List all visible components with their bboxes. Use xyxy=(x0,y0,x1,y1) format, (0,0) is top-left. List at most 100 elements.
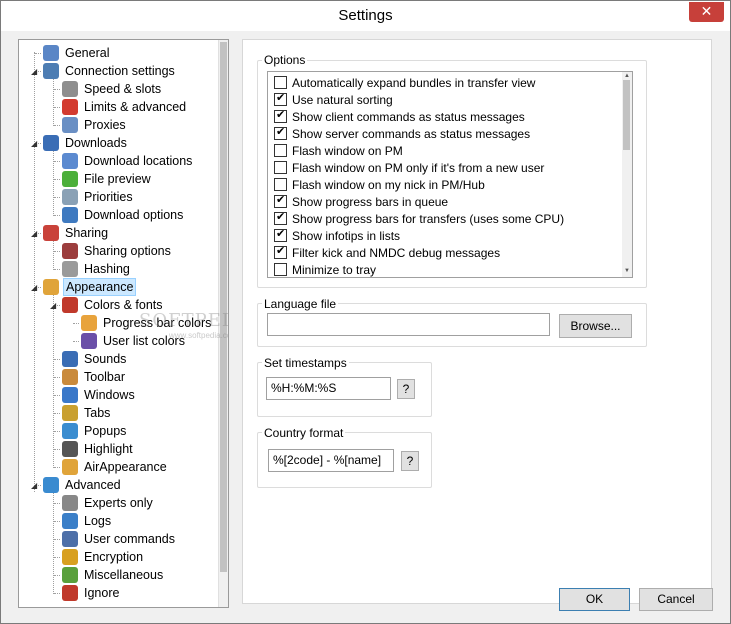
option-label: Automatically expand bundles in transfer… xyxy=(292,75,536,90)
option-row[interactable]: Use natural sorting xyxy=(274,91,393,108)
tree-item[interactable]: Miscellaneous xyxy=(62,566,165,584)
tree-item[interactable]: User commands xyxy=(62,530,177,548)
language-file-input[interactable] xyxy=(267,313,550,336)
option-checkbox[interactable] xyxy=(274,210,287,225)
tree-connector-line xyxy=(54,269,60,270)
option-row[interactable]: Show infotips in lists xyxy=(274,227,400,244)
tree-item[interactable]: Limits & advanced xyxy=(62,98,188,116)
scroll-up-arrow-icon[interactable]: ▲ xyxy=(624,73,630,79)
tree-item[interactable]: Highlight xyxy=(62,440,135,458)
tree-scroll-thumb[interactable] xyxy=(220,42,227,572)
option-label: Use natural sorting xyxy=(292,92,393,107)
tree-item[interactable]: Priorities xyxy=(62,188,135,206)
option-checkbox[interactable] xyxy=(274,193,287,208)
tree-connector-line xyxy=(53,492,54,594)
connection-icon xyxy=(43,63,59,79)
tree-item[interactable]: Proxies xyxy=(62,116,128,134)
option-checkbox[interactable] xyxy=(274,125,287,140)
tree-item[interactable]: Connection settings xyxy=(43,62,177,80)
tree-item[interactable]: Downloads xyxy=(43,134,129,152)
cancel-button[interactable]: Cancel xyxy=(639,588,713,611)
tree-connector-line xyxy=(54,395,60,396)
option-checkbox[interactable] xyxy=(274,227,287,242)
tree-expander-icon[interactable]: ◢ xyxy=(50,302,58,310)
option-label: Flash window on PM only if it's from a n… xyxy=(292,160,545,175)
option-checkbox[interactable] xyxy=(274,263,287,276)
tree-item-label: Limits & advanced xyxy=(84,100,187,114)
option-row[interactable]: Minimize to tray xyxy=(274,261,376,277)
tree-item-label: Experts only xyxy=(84,496,153,510)
tree-expander-icon[interactable]: ◢ xyxy=(31,68,39,76)
tree-item[interactable]: Appearance xyxy=(43,278,137,296)
timestamp-help-button[interactable]: ? xyxy=(397,379,415,399)
country-help-button[interactable]: ? xyxy=(401,451,419,471)
tree-expander-icon[interactable]: ◢ xyxy=(31,284,39,292)
tree-item[interactable]: AirAppearance xyxy=(62,458,169,476)
options-scrollbar[interactable]: ▲ ▼ xyxy=(622,72,632,277)
tree-item[interactable]: Download options xyxy=(62,206,185,224)
tree-expander-icon[interactable]: ◢ xyxy=(31,230,39,238)
option-row[interactable]: Show progress bars in queue xyxy=(274,193,448,210)
tree-item[interactable]: Toolbar xyxy=(62,368,127,386)
option-row[interactable]: Flash window on PM only if it's from a n… xyxy=(274,159,544,176)
tree-item[interactable]: Hashing xyxy=(62,260,132,278)
colors-icon xyxy=(62,297,78,313)
popup-icon xyxy=(62,423,78,439)
tree-item[interactable]: Windows xyxy=(62,386,137,404)
tree-item[interactable]: Sharing options xyxy=(62,242,173,260)
timestamps-group-title: Set timestamps xyxy=(262,356,349,370)
close-button[interactable]: ✕ xyxy=(689,2,724,22)
tree-item-label: Download locations xyxy=(84,154,193,168)
option-row[interactable]: Filter kick and NMDC debug messages xyxy=(274,244,500,261)
tree-item-label: Speed & slots xyxy=(84,82,162,96)
options-checklist[interactable]: ▲ ▼ Automatically expand bundles in tran… xyxy=(267,71,633,278)
tree-item[interactable]: Experts only xyxy=(62,494,155,512)
option-checkbox[interactable] xyxy=(274,108,287,123)
option-checkbox[interactable] xyxy=(274,144,287,157)
option-checkbox[interactable] xyxy=(274,91,287,106)
tree-item[interactable]: Ignore xyxy=(62,584,121,602)
tree-item[interactable]: Sounds xyxy=(62,350,128,368)
option-label: Filter kick and NMDC debug messages xyxy=(292,245,501,260)
settings-tree[interactable]: General ◢ Connection settings Speed & slots… xyxy=(18,39,229,608)
option-row[interactable]: Show progress bars for transfers (uses s… xyxy=(274,210,564,227)
option-checkbox[interactable] xyxy=(274,161,287,174)
tree-item-label: Hashing xyxy=(84,262,130,276)
option-row[interactable]: Show client commands as status messages xyxy=(274,108,525,125)
tree-item-label: Sounds xyxy=(84,352,127,366)
priorities-icon xyxy=(62,189,78,205)
tree-connector-line xyxy=(54,557,60,558)
browse-button[interactable]: Browse... xyxy=(559,314,632,338)
tree-connector-line xyxy=(54,593,60,594)
option-row[interactable]: Flash window on PM xyxy=(274,142,403,159)
option-row[interactable]: Automatically expand bundles in transfer… xyxy=(274,74,535,91)
tree-expander-icon[interactable]: ◢ xyxy=(31,140,39,148)
tree-item[interactable]: Logs xyxy=(62,512,113,530)
tree-item[interactable]: Advanced xyxy=(43,476,123,494)
tree-item[interactable]: Sharing xyxy=(43,224,110,242)
tree-item[interactable]: General xyxy=(43,44,111,62)
ok-button[interactable]: OK xyxy=(559,588,630,611)
tree-item[interactable]: Download locations xyxy=(62,152,194,170)
country-format-input[interactable]: %[2code] - %[name] xyxy=(268,449,394,472)
option-checkbox[interactable] xyxy=(274,178,287,191)
softpedia-watermark: SOFTPEDIA xyxy=(139,310,228,331)
tree-expander-icon[interactable]: ◢ xyxy=(31,482,39,490)
tree-item[interactable]: Speed & slots xyxy=(62,80,163,98)
palette-icon xyxy=(43,279,59,295)
tree-item[interactable]: File preview xyxy=(62,170,153,188)
options-scroll-thumb[interactable] xyxy=(623,80,630,150)
tree-item[interactable]: Encryption xyxy=(62,548,145,566)
option-checkbox[interactable] xyxy=(274,76,287,89)
tree-item-label: Sharing xyxy=(65,226,109,240)
timestamp-format-input[interactable]: %H:%M:%S xyxy=(266,377,391,400)
scroll-down-arrow-icon[interactable]: ▼ xyxy=(624,268,630,274)
tree-item[interactable]: Tabs xyxy=(62,404,112,422)
speaker-icon xyxy=(62,351,78,367)
logs-icon xyxy=(62,513,78,529)
option-checkbox[interactable] xyxy=(274,244,287,259)
option-row[interactable]: Flash window on my nick in PM/Hub xyxy=(274,176,485,193)
option-row[interactable]: Show server commands as status messages xyxy=(274,125,530,142)
tree-connector-line xyxy=(54,431,60,432)
tree-item[interactable]: Popups xyxy=(62,422,128,440)
